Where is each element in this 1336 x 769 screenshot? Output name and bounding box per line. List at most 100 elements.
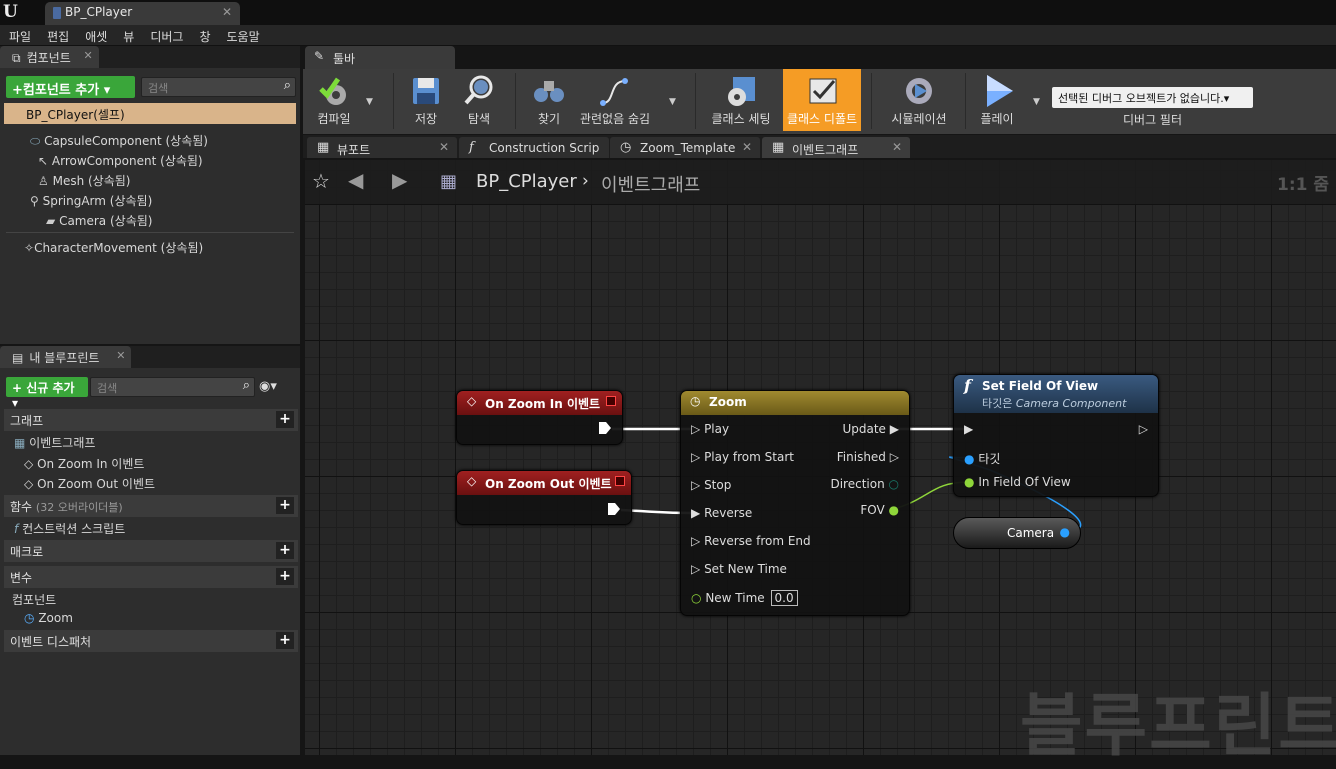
pin-play[interactable]: ▷ Play <box>691 422 729 436</box>
components-tab[interactable]: ⧉ 컴포넌트 ✕ <box>0 46 99 68</box>
play-options-chevron-icon[interactable]: ▼ <box>1033 97 1040 107</box>
pin-target[interactable]: ● 타깃 <box>964 450 1000 467</box>
delegate-pin-icon[interactable] <box>606 396 616 406</box>
menu-window[interactable]: 창 <box>190 25 217 45</box>
menu-asset[interactable]: 애셋 <box>76 25 114 45</box>
save-button[interactable]: 저장 <box>401 69 451 131</box>
visibility-eye-icon[interactable]: ◉▾ <box>259 379 277 394</box>
section-variables[interactable]: 변수 + <box>4 566 298 588</box>
simulation-button[interactable]: 시뮬레이션 <box>881 69 957 131</box>
pin-update[interactable]: Update ▶ <box>842 422 899 436</box>
tab-event-graph[interactable]: ▦ 이벤트그래프 ✕ <box>762 137 910 158</box>
menu-view[interactable]: 뷰 <box>114 25 141 45</box>
section-macros[interactable]: 매크로 + <box>4 540 298 562</box>
debug-object-select[interactable]: 선택된 디버그 오브젝트가 없습니다.▾ <box>1052 87 1253 108</box>
toolbar-tab[interactable]: ✎ 툴바 <box>305 46 455 69</box>
class-defaults-button[interactable]: 클래스 디폴트 <box>783 69 861 131</box>
menu-edit[interactable]: 편집 <box>38 25 76 45</box>
node-zoom-timeline[interactable]: ◷ Zoom ▷ Play ▷ Play from Start ▷ Stop ▶ … <box>680 390 910 616</box>
pin-set-new-time[interactable]: ▷ Set New Time <box>691 562 787 576</box>
editor-tab-bar: ▦ 뷰포트 ✕ f Construction Scrip ◷ Zoom_Template… <box>303 135 1336 158</box>
pin-finished[interactable]: Finished ▷ <box>837 450 899 464</box>
add-variable-button[interactable]: + <box>276 568 294 585</box>
close-icon[interactable]: ✕ <box>116 349 125 362</box>
close-icon[interactable]: ✕ <box>892 140 902 154</box>
event-item-zoom-out[interactable]: ◇ On Zoom Out 이벤트 <box>24 475 155 492</box>
tree-item-capsule[interactable]: ⬭ CapsuleComponent (상속됨) <box>30 132 208 149</box>
favorite-star-icon[interactable]: ☆ <box>312 169 330 193</box>
hide-unrelated-button[interactable]: 관련없음 숨김 <box>567 69 663 131</box>
my-blueprint-tab[interactable]: ▤ 내 블루프린트 ✕ <box>0 346 132 368</box>
compile-options-chevron-icon[interactable]: ▼ <box>366 97 373 107</box>
pin-direction[interactable]: Direction ○ <box>830 477 899 491</box>
add-graph-button[interactable]: + <box>276 411 294 428</box>
browse-button[interactable]: 탐색 <box>453 69 505 131</box>
hide-unrelated-chevron-icon[interactable]: ▼ <box>669 97 676 107</box>
back-arrow-icon[interactable]: ◀ <box>348 168 363 192</box>
pin-label: Set New Time <box>704 562 787 576</box>
tree-item-movement[interactable]: ✧CharacterMovement (상속됨) <box>24 239 203 256</box>
close-icon[interactable]: ✕ <box>439 140 449 154</box>
new-time-input[interactable]: 0.0 <box>770 590 798 606</box>
exec-output-pin[interactable] <box>607 502 621 519</box>
tab-zoom-template[interactable]: ◷ Zoom_Template ✕ <box>610 137 760 158</box>
event-graph-item[interactable]: ▦ 이벤트그래프 <box>14 434 95 451</box>
section-functions[interactable]: 함수 (32 오버라이더블) + <box>4 495 298 517</box>
object-pin-icon[interactable]: ● <box>1060 525 1070 539</box>
tree-item-arrow[interactable]: ↖ ArrowComponent (상속됨) <box>38 152 203 169</box>
add-function-button[interactable]: + <box>276 497 294 514</box>
node-camera-variable[interactable]: Camera ● <box>953 517 1081 549</box>
pin-in-field-of-view[interactable]: ● In Field Of View <box>964 475 1071 489</box>
menu-debug[interactable]: 디버그 <box>141 25 190 45</box>
pin-reverse[interactable]: ▶ Reverse <box>691 506 752 520</box>
pin-stop[interactable]: ▷ Stop <box>691 478 731 492</box>
node-set-field-of-view[interactable]: f Set Field Of View 타깃은 Camera Component ▶… <box>953 374 1159 497</box>
exec-input-pin[interactable]: ▶ <box>964 422 973 436</box>
tree-item-label: CapsuleComponent (상속됨) <box>44 134 208 148</box>
tree-item-mesh[interactable]: ♙ Mesh (상속됨) <box>38 172 131 189</box>
breadcrumb-blueprint[interactable]: BP_CPlayer <box>476 171 577 192</box>
pin-reverse-from-end[interactable]: ▷ Reverse from End <box>691 534 811 548</box>
menu-file[interactable]: 파일 <box>0 25 38 45</box>
menu-help[interactable]: 도움말 <box>218 25 267 45</box>
add-macro-button[interactable]: + <box>276 542 294 559</box>
tree-item-camera[interactable]: ▰ Camera (상속됨) <box>46 212 152 229</box>
delegate-pin-icon[interactable] <box>615 476 625 486</box>
debug-object-label: 선택된 디버그 오브젝트가 없습니다. <box>1058 92 1224 105</box>
pin-fov[interactable]: FOV ● <box>860 503 899 517</box>
close-icon[interactable]: ✕ <box>742 140 752 154</box>
add-dispatcher-button[interactable]: + <box>276 632 294 649</box>
exec-output-pin[interactable]: ▷ <box>1139 422 1148 436</box>
section-dispatchers[interactable]: 이벤트 디스패처 + <box>4 630 298 652</box>
forward-arrow-icon[interactable]: ▶ <box>392 168 407 192</box>
class-settings-label: 클래스 세팅 <box>711 112 771 126</box>
tab-construction-script[interactable]: f Construction Scrip <box>459 137 609 158</box>
event-item-zoom-in[interactable]: ◇ On Zoom In 이벤트 <box>24 455 144 472</box>
component-search-input[interactable]: 검색 ⌕ <box>141 77 296 97</box>
node-on-zoom-out[interactable]: ◇ On Zoom Out 이벤트 <box>456 470 632 525</box>
compile-button[interactable]: 컴파일 <box>307 69 361 131</box>
variable-item-zoom[interactable]: ◷ Zoom <box>24 611 73 625</box>
construction-script-item[interactable]: f 컨스트럭션 스크립트 <box>14 520 125 537</box>
blueprint-search-input[interactable]: 검색 ⌕ <box>90 377 255 397</box>
tab-viewport[interactable]: ▦ 뷰포트 ✕ <box>307 137 457 158</box>
hide-unrelated-icon <box>600 78 628 106</box>
divider <box>6 232 294 233</box>
enum-pin-icon: ○ <box>888 477 899 491</box>
close-icon[interactable]: ✕ <box>84 49 93 62</box>
variable-category-components[interactable]: 컴포넌트 <box>12 591 56 608</box>
component-root-row[interactable]: BP_CPlayer(셀프) <box>4 103 296 124</box>
class-settings-button[interactable]: 클래스 세팅 <box>707 69 775 131</box>
section-graphs[interactable]: 그래프 + <box>4 409 298 431</box>
document-tab[interactable]: BP_CPlayer ✕ <box>45 2 240 25</box>
add-component-button[interactable]: +컴포넌트 추가 ▾ <box>6 76 135 98</box>
pin-play-from-start[interactable]: ▷ Play from Start <box>691 450 794 464</box>
node-on-zoom-in[interactable]: ◇ On Zoom In 이벤트 <box>456 390 623 445</box>
tree-item-springarm[interactable]: ⚲ SpringArm (상속됨) <box>30 192 152 209</box>
add-new-button[interactable]: + 신규 추가 ▾ <box>6 377 88 410</box>
mesh-icon: ♙ <box>38 174 49 188</box>
pin-new-time[interactable]: ○ New Time 0.0 <box>691 590 798 606</box>
play-button[interactable]: 플레이 <box>973 69 1021 131</box>
exec-output-pin[interactable] <box>598 421 612 438</box>
close-icon[interactable]: ✕ <box>222 5 232 19</box>
